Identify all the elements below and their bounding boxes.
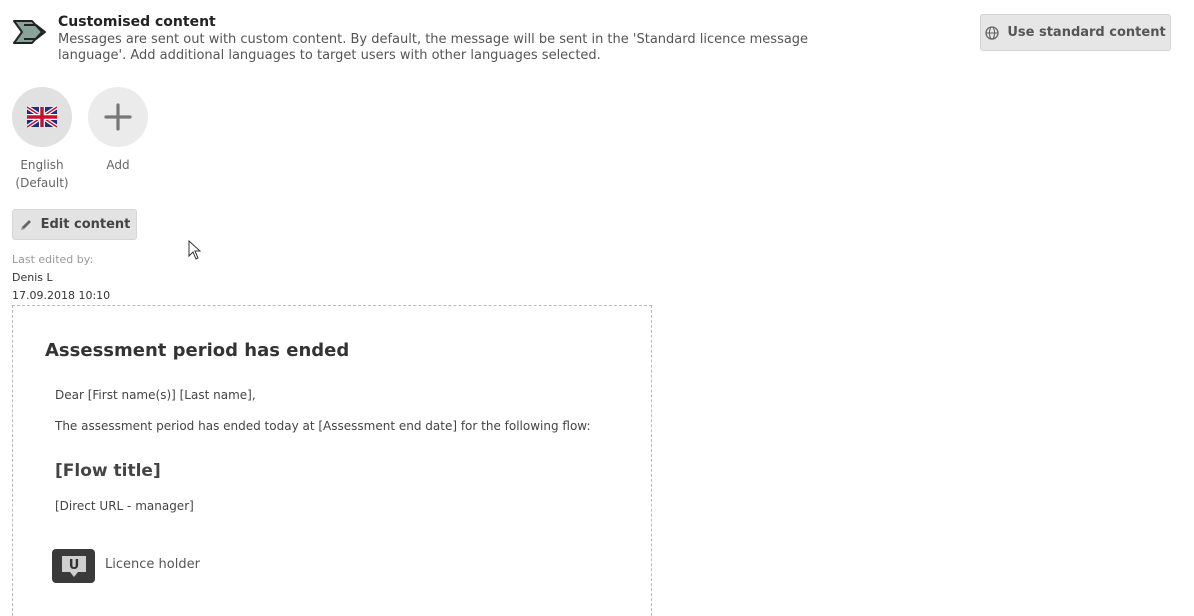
- uk-flag-icon: [27, 106, 57, 128]
- last-edited-label: Last edited by:: [12, 253, 94, 266]
- language-english[interactable]: English (Default): [12, 87, 72, 192]
- message-greeting: Dear [First name(s)] [Last name],: [55, 388, 256, 402]
- licence-holder-name: Licence holder: [105, 557, 200, 572]
- language-english-default: (Default): [15, 176, 69, 190]
- logo-letter: U: [68, 558, 79, 573]
- globe-icon: [985, 25, 999, 40]
- flow-arrow-icon: [13, 20, 46, 44]
- logo-mark: U: [61, 556, 86, 577]
- add-language-label: Add: [106, 158, 130, 172]
- edit-content-button[interactable]: Edit content: [12, 209, 137, 240]
- licence-holder-logo-icon: U: [52, 549, 95, 583]
- edit-content-label: Edit content: [40, 217, 131, 232]
- last-edited-timestamp: 17.09.2018 10:10: [12, 289, 111, 302]
- pencil-icon: [20, 219, 31, 230]
- header-title: Customised content: [58, 14, 216, 30]
- use-standard-content-label: Use standard content: [1007, 25, 1166, 40]
- header-description: Messages are sent out with custom conten…: [58, 32, 809, 63]
- language-english-circle[interactable]: [12, 87, 72, 147]
- message-preview: Assessment period has ended Dear [First …: [12, 305, 652, 616]
- message-body: The assessment period has ended today at…: [55, 419, 591, 433]
- mouse-cursor-icon: [188, 240, 201, 260]
- language-english-name: English: [20, 158, 64, 172]
- plus-icon: [104, 103, 132, 131]
- use-standard-content-button[interactable]: Use standard content: [980, 14, 1171, 51]
- add-language[interactable]: Add: [88, 87, 148, 174]
- add-language-button[interactable]: [88, 87, 148, 147]
- language-english-label: English (Default): [12, 156, 72, 192]
- message-direct-url: [Direct URL - manager]: [55, 499, 194, 513]
- last-edited-user: Denis L: [12, 271, 53, 284]
- message-title: Assessment period has ended: [45, 340, 350, 361]
- last-edited-info: Last edited by: Denis L 17.09.2018 10:10: [12, 251, 110, 305]
- message-flow-title: [Flow title]: [55, 461, 161, 481]
